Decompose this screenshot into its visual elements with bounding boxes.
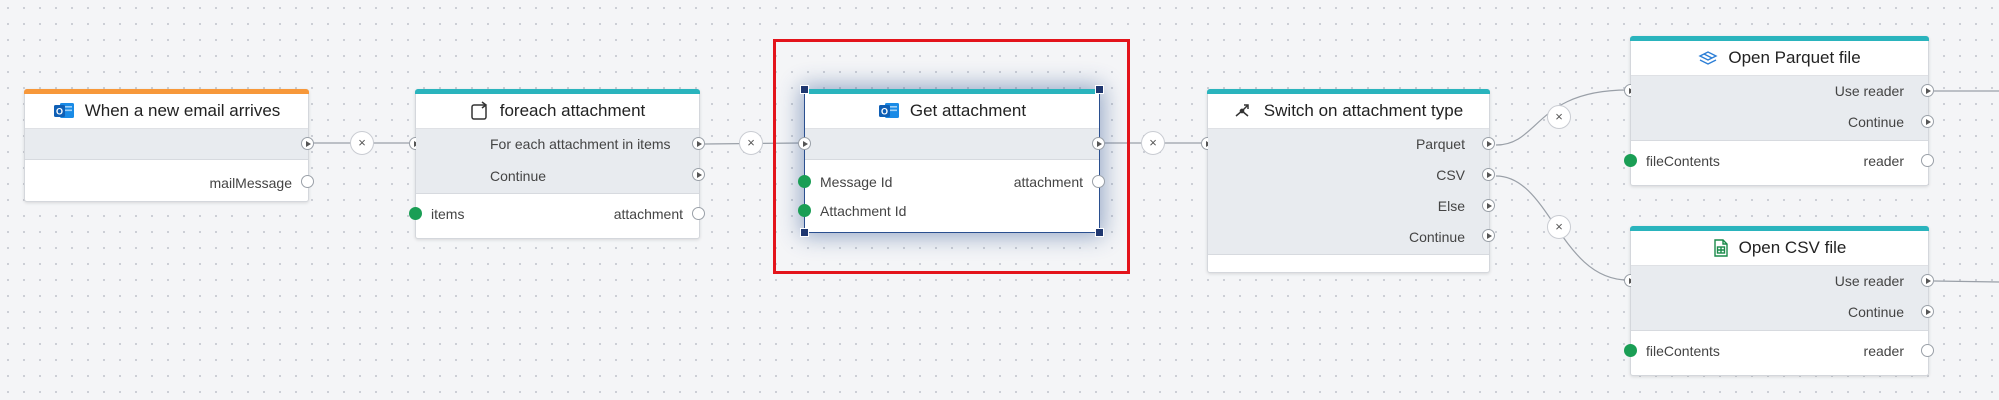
node-header: Open Parquet file [1631, 41, 1928, 76]
output-port[interactable] [1921, 344, 1934, 357]
flow-output-label: Use reader [1834, 273, 1904, 289]
node-title: Open CSV file [1738, 238, 1847, 257]
case-label: Else [1437, 198, 1465, 214]
case-output-port[interactable] [1482, 199, 1495, 212]
node-open-csv-file[interactable]: Open CSV file Use reader Continue fileCo… [1624, 226, 1934, 376]
flow-output-label: Use reader [1834, 83, 1904, 99]
node-header: Open CSV file [1631, 231, 1928, 266]
output-label: reader [1863, 343, 1904, 359]
case-output-port[interactable] [1482, 229, 1495, 242]
node-header: Switch on attachment type [1208, 94, 1489, 129]
input-port[interactable] [1624, 344, 1637, 357]
wire-csv-exit [1933, 280, 1999, 283]
loop-icon [470, 101, 490, 121]
flow-output-port[interactable] [692, 137, 705, 150]
flow-output-port[interactable] [1921, 115, 1934, 128]
node-switch-on-attachment-type[interactable]: Switch on attachment type Parquet CSV El… [1201, 89, 1495, 273]
svg-text:O: O [56, 107, 63, 117]
input-label: fileContents [1646, 153, 1720, 169]
case-label: CSV [1436, 167, 1465, 183]
flow-output-port[interactable] [692, 168, 705, 181]
node-title: foreach attachment [499, 101, 646, 120]
node-header: O When a new email arrives [25, 94, 308, 129]
node-flow-section [25, 129, 308, 160]
output-label: attachment [613, 206, 683, 222]
input-port[interactable] [409, 207, 422, 220]
flow-output-port[interactable] [301, 137, 314, 150]
parquet-icon [1698, 50, 1718, 66]
input-label: items [431, 206, 465, 222]
flow-output-port[interactable] [1921, 274, 1934, 287]
flow-output-port[interactable] [1921, 84, 1934, 97]
output-port[interactable] [1921, 154, 1934, 167]
csv-file-icon [1713, 239, 1729, 257]
flow-output-label: Continue [1847, 304, 1904, 320]
remove-connection-button[interactable]: × [739, 131, 763, 155]
flow-output-port[interactable] [1921, 305, 1934, 318]
flow-output-label: Continue [490, 168, 547, 184]
outlook-icon: O [53, 101, 75, 121]
remove-connection-button[interactable]: × [350, 131, 374, 155]
input-port[interactable] [1624, 154, 1637, 167]
node-foreach-attachment[interactable]: foreach attachment For each attachment i… [409, 89, 705, 239]
output-label: reader [1863, 153, 1904, 169]
case-output-port[interactable] [1482, 168, 1495, 181]
node-title: When a new email arrives [84, 101, 281, 120]
output-port[interactable] [301, 175, 314, 188]
output-label: mailMessage [209, 175, 292, 191]
remove-connection-button[interactable]: × [1141, 131, 1165, 155]
switch-icon [1234, 102, 1254, 120]
input-label: fileContents [1646, 343, 1720, 359]
node-when-new-email-arrives[interactable]: O When a new email arrives mailMessage [24, 89, 314, 202]
flow-output-label: Continue [1847, 114, 1904, 130]
selection-highlight-box [773, 39, 1130, 274]
case-output-port[interactable] [1482, 137, 1495, 150]
flow-output-label: For each attachment in items [490, 136, 671, 152]
node-open-parquet-file[interactable]: Open Parquet file Use reader Continue fi… [1624, 36, 1934, 186]
remove-connection-button[interactable]: × [1547, 215, 1571, 239]
output-port[interactable] [692, 207, 705, 220]
node-title: Open Parquet file [1728, 48, 1861, 67]
remove-connection-button[interactable]: × [1547, 105, 1571, 129]
node-title: Switch on attachment type [1263, 101, 1464, 120]
case-label: Parquet [1415, 136, 1465, 152]
case-label: Continue [1408, 229, 1465, 245]
node-header: foreach attachment [416, 94, 699, 129]
